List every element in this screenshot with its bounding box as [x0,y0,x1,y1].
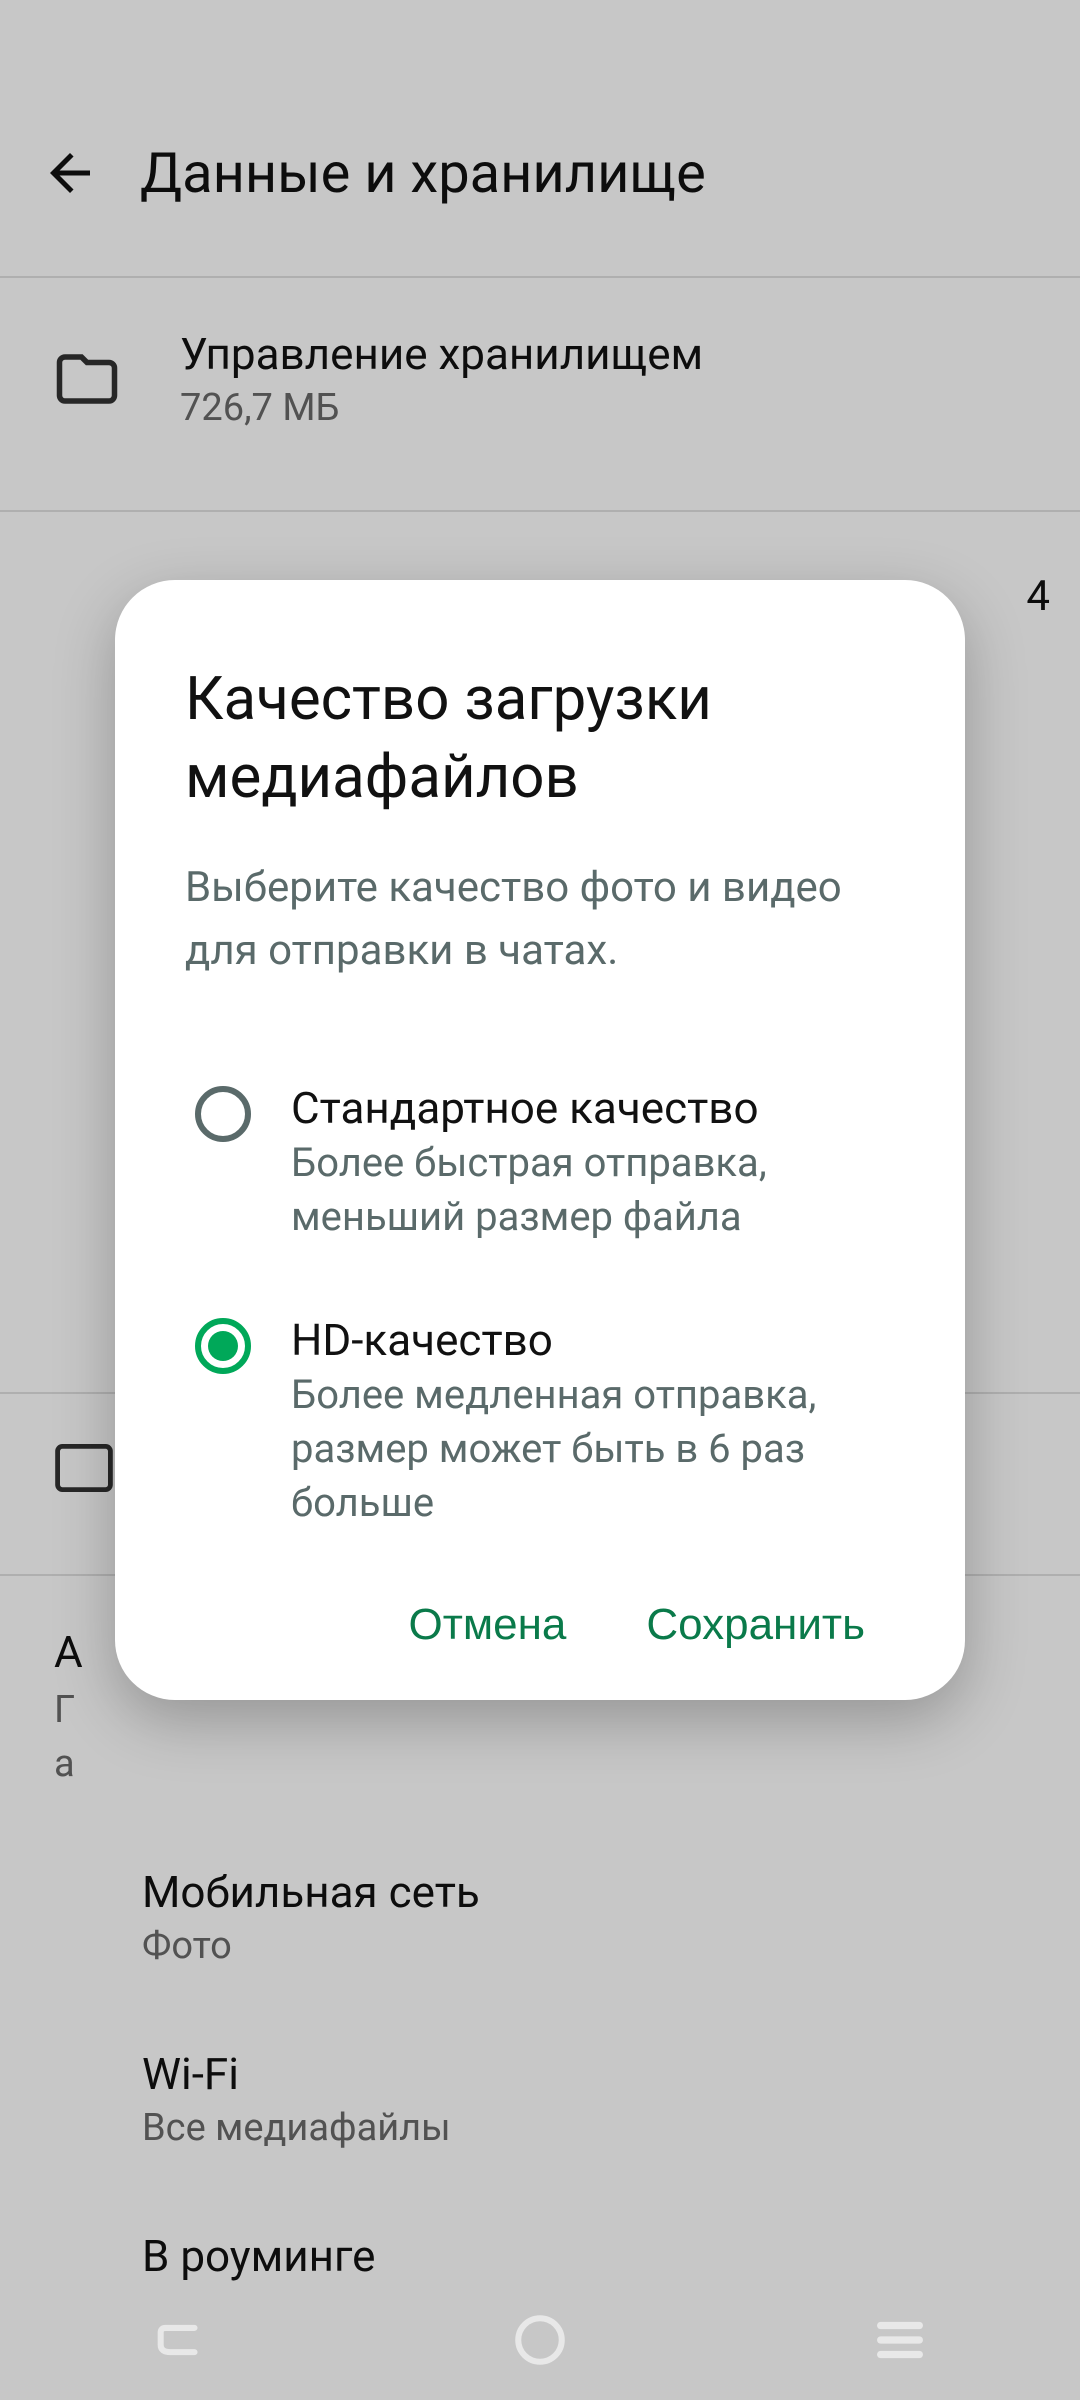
standard-quality-option[interactable]: Стандартное качество Более быстрая отпра… [185,1082,895,1244]
dialog-actions: Отмена Сохранить [185,1600,895,1650]
option1-title: Стандартное качество [291,1082,895,1134]
option2-desc: Более медленная отправка, размер может б… [291,1368,895,1530]
radio-unchecked-icon [195,1086,251,1142]
nav-recent-icon[interactable] [871,2311,929,2369]
hd-quality-option[interactable]: HD-качество Более медленная отправка, ра… [185,1314,895,1530]
radio-checked-icon [195,1318,251,1374]
dialog-subtitle: Выберите качество фото и видео для отпра… [185,856,895,982]
cancel-button[interactable]: Отмена [408,1600,566,1650]
dialog-title: Качество загрузки медиафайлов [185,660,895,816]
nav-home-icon[interactable] [511,2311,569,2369]
option2-title: HD-качество [291,1314,895,1366]
media-quality-dialog: Качество загрузки медиафайлов Выберите к… [115,580,965,1700]
option1-desc: Более быстрая отправка, меньший размер ф… [291,1136,895,1244]
save-button[interactable]: Сохранить [646,1600,865,1650]
nav-back-icon[interactable] [151,2311,209,2369]
navigation-bar [0,2280,1080,2400]
